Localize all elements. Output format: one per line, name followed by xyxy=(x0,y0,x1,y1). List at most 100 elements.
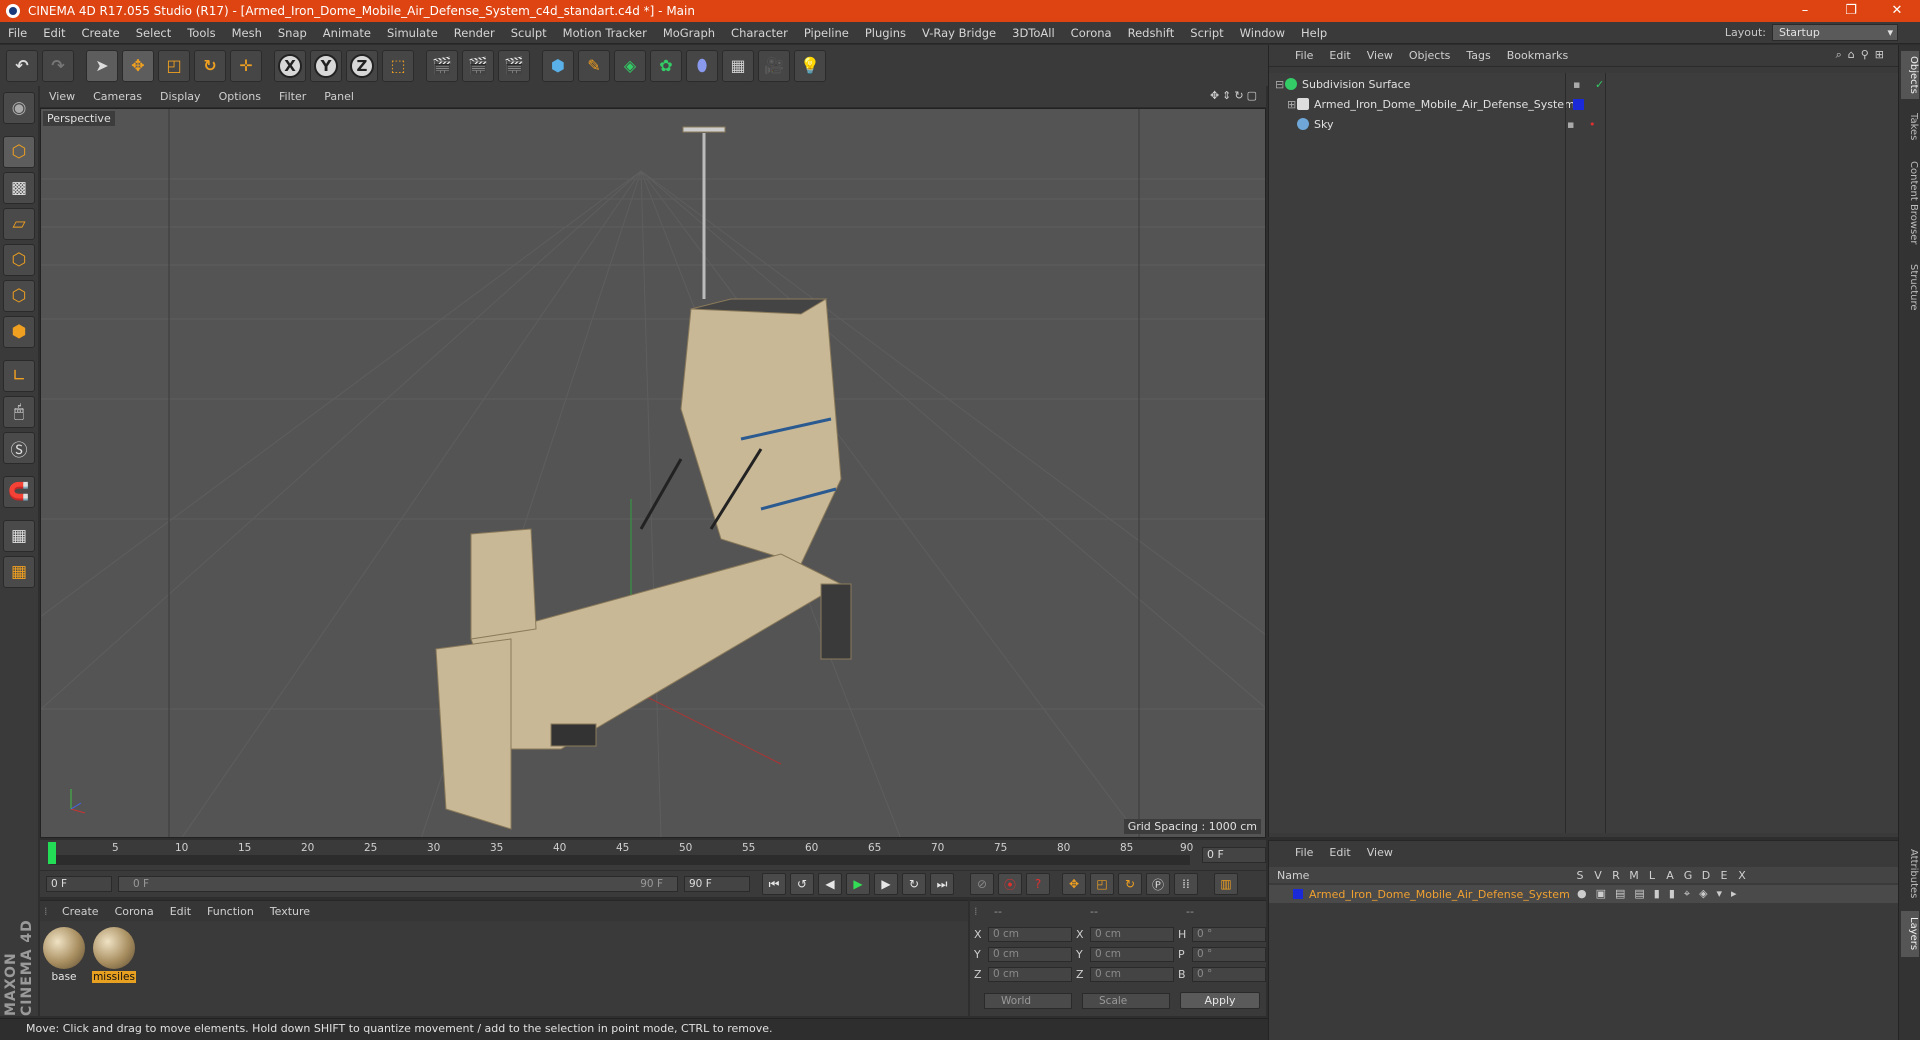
rotation-b-field[interactable]: 0 ° xyxy=(1192,967,1266,982)
polygons-mode-icon[interactable]: ⬢ xyxy=(3,316,35,348)
step-back-icon[interactable]: ◀ xyxy=(818,873,842,895)
grip-icon[interactable]: ⁞ xyxy=(40,905,54,918)
menu-snap[interactable]: Snap xyxy=(270,26,315,40)
visibility-toggle-icon[interactable]: ▪ xyxy=(1567,118,1574,131)
y-axis-lock-icon[interactable]: Y xyxy=(310,49,342,82)
menu-window[interactable]: Window xyxy=(1232,26,1293,40)
spline-pen-icon[interactable]: ✎ xyxy=(578,49,610,82)
disabled-dot-icon[interactable]: • xyxy=(1589,118,1596,131)
menu-vray-bridge[interactable]: V-Ray Bridge xyxy=(914,26,1004,40)
menu-mesh[interactable]: Mesh xyxy=(224,26,270,40)
x-axis-lock-icon[interactable]: X xyxy=(274,49,306,82)
rotation-h-field[interactable]: 0 ° xyxy=(1192,927,1266,942)
light-icon[interactable]: 💡 xyxy=(794,49,826,82)
object-menu-view[interactable]: View xyxy=(1359,49,1401,62)
object-row-armed-iron-dome[interactable]: ⊞ Armed_Iron_Dome_Mobile_Air_Defense_Sys… xyxy=(1287,95,1917,113)
layer-name[interactable]: Armed_Iron_Dome_Mobile_Air_Defense_Syste… xyxy=(1309,888,1577,901)
menu-tools[interactable]: Tools xyxy=(179,26,223,40)
scale-tool-icon[interactable]: ◰ xyxy=(158,49,190,82)
key-rotation-icon[interactable]: ↻ xyxy=(1118,873,1142,895)
viewport-camera-label[interactable]: Perspective xyxy=(43,111,115,126)
points-mode-icon[interactable]: ⬡ xyxy=(3,244,35,276)
axis-mode-icon[interactable]: ∟ xyxy=(3,360,35,392)
record-key-icon[interactable]: ⦿ xyxy=(998,873,1022,895)
tab-objects[interactable]: Objects xyxy=(1901,51,1919,99)
keyframe-disabled-icon[interactable]: ⊘ xyxy=(970,873,994,895)
minimize-icon[interactable]: – xyxy=(1782,0,1828,22)
expand-icon[interactable]: ⊞ xyxy=(1287,98,1297,111)
material-menu-function[interactable]: Function xyxy=(199,905,262,918)
cube-primitive-icon[interactable]: ⬢ xyxy=(542,49,574,82)
menu-file[interactable]: File xyxy=(0,26,35,40)
menu-script[interactable]: Script xyxy=(1182,26,1231,40)
viewport-menu-filter[interactable]: Filter xyxy=(270,90,315,103)
material-menu-edit[interactable]: Edit xyxy=(162,905,199,918)
record-loop-icon[interactable]: ↻ xyxy=(902,873,926,895)
go-to-start-icon[interactable]: ⏮ xyxy=(762,873,786,895)
layer-menu-view[interactable]: View xyxy=(1359,846,1401,859)
timeline-window-icon[interactable]: ▥ xyxy=(1214,873,1238,895)
tab-layers[interactable]: Layers xyxy=(1901,911,1919,957)
menu-character[interactable]: Character xyxy=(723,26,796,40)
viewport-menu-panel[interactable]: Panel xyxy=(315,90,363,103)
visibility-toggle-icon[interactable]: ▪ xyxy=(1573,78,1580,91)
playhead[interactable] xyxy=(48,842,56,864)
layer-color-icon[interactable] xyxy=(1293,889,1303,899)
auto-key-icon[interactable]: ? xyxy=(1026,873,1050,895)
current-frame-field[interactable]: 0 F xyxy=(1202,847,1266,863)
size-y-field[interactable]: 0 cm xyxy=(1090,947,1174,962)
key-scale-icon[interactable]: ◰ xyxy=(1090,873,1114,895)
grip-icon[interactable]: ⁞ xyxy=(974,905,984,918)
render-view-icon[interactable]: 🎬 xyxy=(426,49,458,82)
material-swatch-missiles[interactable]: missiles xyxy=(92,927,136,983)
apply-button[interactable]: Apply xyxy=(1180,992,1260,1009)
select-cursor-icon[interactable]: ➤ xyxy=(86,49,118,82)
viewport-menu-cameras[interactable]: Cameras xyxy=(84,90,151,103)
tab-content-browser[interactable]: Content Browser xyxy=(1901,153,1919,253)
layout-dropdown[interactable]: Startup xyxy=(1772,24,1898,41)
material-menu-texture[interactable]: Texture xyxy=(262,905,318,918)
menu-render[interactable]: Render xyxy=(446,26,503,40)
go-to-end-icon[interactable]: ⏭ xyxy=(930,873,954,895)
model-mode-icon[interactable]: ⬡ xyxy=(3,136,35,168)
material-menu-corona[interactable]: Corona xyxy=(107,905,162,918)
workplane-lock-icon[interactable]: ▦ xyxy=(3,520,35,552)
position-x-field[interactable]: 0 cm xyxy=(988,927,1072,942)
position-y-field[interactable]: 0 cm xyxy=(988,947,1072,962)
edges-mode-icon[interactable]: ⬡ xyxy=(3,280,35,312)
coordinate-mode-dropdown[interactable]: Scale xyxy=(1082,992,1170,1009)
rotate-tool-icon[interactable]: ↻ xyxy=(194,49,226,82)
make-editable-icon[interactable]: ◉ xyxy=(3,92,35,124)
viewport-menu-view[interactable]: View xyxy=(40,90,84,103)
layer-menu-file[interactable]: File xyxy=(1287,846,1321,859)
workplane-mode-icon[interactable]: ▱ xyxy=(3,208,35,240)
object-menu-file[interactable]: File xyxy=(1287,49,1321,62)
restore-icon[interactable]: ❐ xyxy=(1828,0,1874,22)
tab-attributes[interactable]: Attributes xyxy=(1901,843,1919,905)
layer-row[interactable]: Armed_Iron_Dome_Mobile_Air_Defense_Syste… xyxy=(1269,885,1899,903)
start-frame-field[interactable]: 0 F xyxy=(46,876,112,892)
layer-toggle-icons[interactable]: ●▣▤▤▮▮⌖◈▾▸ xyxy=(1577,887,1746,901)
menu-create[interactable]: Create xyxy=(74,26,128,40)
undo-icon[interactable]: ↶ xyxy=(6,49,38,82)
redo-icon[interactable]: ↷ xyxy=(42,49,74,82)
menu-animate[interactable]: Animate xyxy=(315,26,379,40)
render-settings-icon[interactable]: 🎬 xyxy=(498,49,530,82)
size-z-field[interactable]: 0 cm xyxy=(1090,967,1174,982)
menu-plugins[interactable]: Plugins xyxy=(857,26,914,40)
tweak-mode-icon[interactable]: 🖱 xyxy=(3,396,35,428)
render-picture-viewer-icon[interactable]: 🎬 xyxy=(462,49,494,82)
layer-menu-edit[interactable]: Edit xyxy=(1321,846,1358,859)
menu-mograph[interactable]: MoGraph xyxy=(655,26,723,40)
key-pla-icon[interactable]: ⁞⁞ xyxy=(1174,873,1198,895)
timeline[interactable]: 0 5 10 15 20 25 30 35 40 45 50 55 60 65 … xyxy=(40,840,1266,870)
camera-icon[interactable]: 🎥 xyxy=(758,49,790,82)
step-forward-icon[interactable]: ▶ xyxy=(874,873,898,895)
object-search-home-icons[interactable]: ⌕⌂⚲⊞ xyxy=(1836,48,1890,62)
tab-takes[interactable]: Takes xyxy=(1901,107,1919,147)
menu-redshift[interactable]: Redshift xyxy=(1120,26,1183,40)
frame-range-slider[interactable]: 0 F 90 F xyxy=(118,876,678,892)
menu-edit[interactable]: Edit xyxy=(35,26,73,40)
layer-color-icon[interactable] xyxy=(1573,98,1584,110)
menu-3dtoall[interactable]: 3DToAll xyxy=(1004,26,1063,40)
